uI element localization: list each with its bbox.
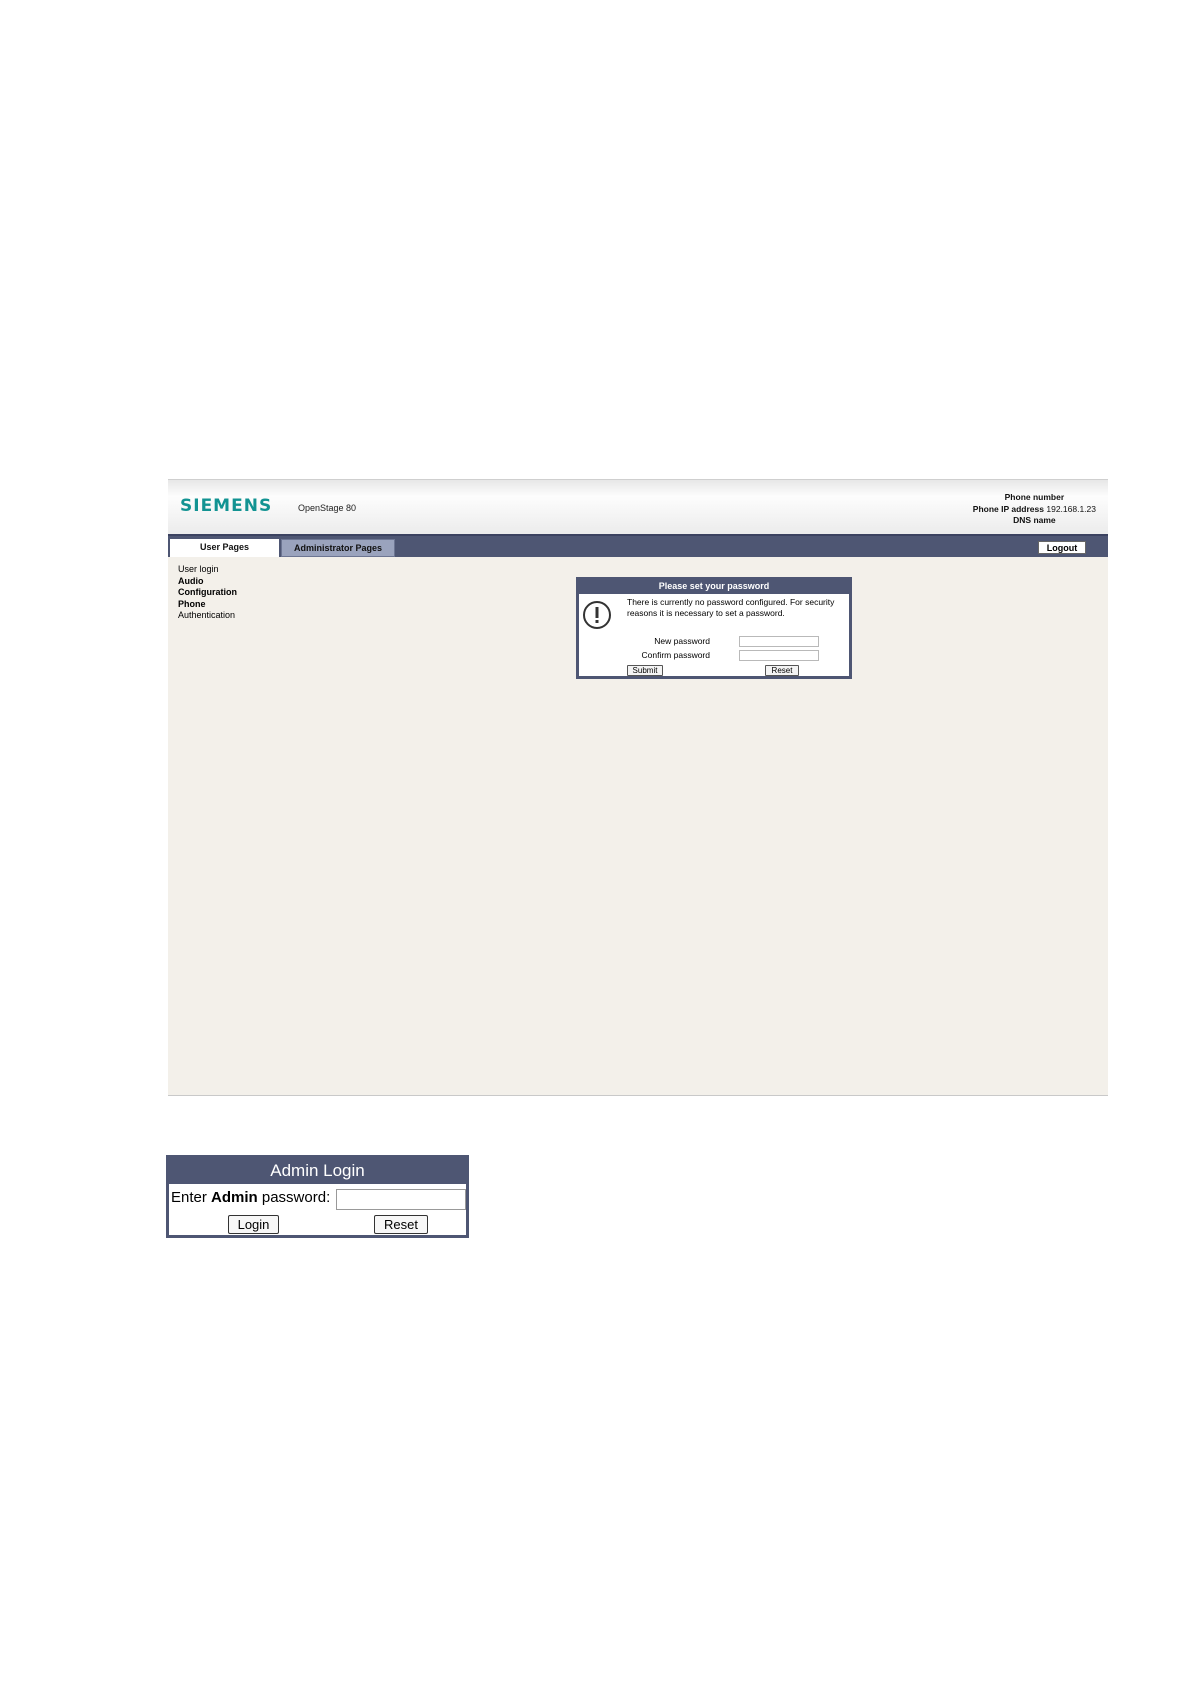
sidebar-nav: User login Audio Configuration Phone Aut… (178, 564, 237, 622)
confirm-password-label: Confirm password (641, 650, 711, 660)
label-bold: Admin (211, 1189, 258, 1206)
sidebar-item-phone[interactable]: Phone (178, 599, 237, 611)
siemens-logo: SIEMENS (180, 496, 273, 516)
dns-name-label: DNS name (1013, 515, 1056, 525)
tab-user-pages[interactable]: User Pages (170, 539, 279, 557)
login-button[interactable]: Login (228, 1215, 279, 1234)
submit-button[interactable]: Submit (627, 665, 663, 676)
sidebar-item-audio[interactable]: Audio (178, 576, 237, 588)
admin-password-input[interactable] (336, 1189, 466, 1210)
dialog-message: There is currently no password configure… (627, 597, 835, 618)
confirm-password-input[interactable] (739, 650, 819, 661)
label-suffix: password: (257, 1189, 331, 1206)
admin-login-box: Admin Login Enter Admin password: Login … (166, 1155, 469, 1238)
sidebar-item-configuration[interactable]: Configuration (178, 587, 237, 599)
phone-number-label: Phone number (1004, 492, 1065, 502)
admin-login-title: Admin Login (169, 1158, 466, 1184)
phone-ip-label: Phone IP address (972, 503, 1044, 514)
logout-button[interactable]: Logout (1038, 541, 1086, 554)
label-prefix: Enter (171, 1189, 212, 1206)
web-ui-screenshot: SIEMENS OpenStage 80 Phone number Phone … (168, 479, 1108, 1096)
header: SIEMENS OpenStage 80 Phone number Phone … (168, 479, 1108, 535)
sidebar-item-user-login[interactable]: User login (178, 564, 237, 576)
dialog-title: Please set your password (579, 580, 849, 594)
admin-reset-button[interactable]: Reset (374, 1215, 428, 1234)
new-password-label: New password (654, 636, 710, 646)
admin-password-label: Enter Admin password: (171, 1189, 330, 1206)
phone-ip-value: 192.168.1.23 (1046, 503, 1096, 514)
reset-button[interactable]: Reset (765, 665, 799, 676)
set-password-dialog: Please set your password There is curren… (576, 577, 852, 679)
new-password-input[interactable] (739, 636, 819, 647)
product-name: OpenStage 80 (298, 503, 357, 513)
tab-bar: User Pages Administrator Pages Logout (168, 534, 1108, 557)
phone-info: Phone number Phone IP address 192.168.1.… (973, 492, 1096, 527)
sidebar-item-authentication[interactable]: Authentication (178, 610, 237, 622)
tab-administrator-pages[interactable]: Administrator Pages (281, 539, 395, 557)
warning-icon (583, 601, 611, 629)
